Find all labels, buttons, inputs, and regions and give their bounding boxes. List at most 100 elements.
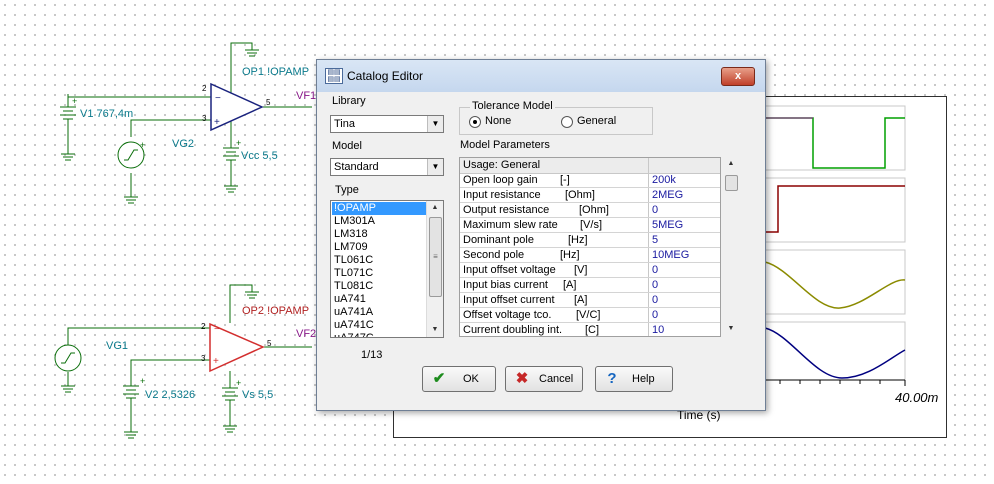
parameter-value[interactable]: 2MEG xyxy=(652,189,683,201)
op1-label: OP1 !OPAMP xyxy=(242,66,310,78)
tolerance-label: Tolerance Model xyxy=(470,100,555,112)
parameter-row[interactable]: Second pole [Hz] 10MEG xyxy=(460,248,720,263)
parameter-value[interactable]: 10 xyxy=(652,324,664,336)
parameter-unit: [A] xyxy=(574,294,588,306)
v2-label: V2 2,5326 xyxy=(145,389,196,401)
parameter-value[interactable]: 10MEG xyxy=(652,249,689,261)
svg-text:+: + xyxy=(236,138,241,148)
type-list-item[interactable]: !OPAMP xyxy=(332,202,428,215)
cancel-label: Cancel xyxy=(539,373,574,385)
scroll-down-icon[interactable]: ▼ xyxy=(427,323,443,337)
vs-label: Vs 5,5 xyxy=(242,389,274,401)
parameter-name: Input offset current xyxy=(463,294,555,306)
parameter-row[interactable]: Current doubling int. [C] 10 xyxy=(460,323,720,336)
parameter-value[interactable]: 0 xyxy=(652,264,658,276)
parameter-value[interactable]: 5 xyxy=(652,234,658,246)
vg2-label: VG2 xyxy=(172,138,195,150)
parameter-unit: [A] xyxy=(563,279,577,291)
tolerance-none-radio[interactable] xyxy=(469,116,481,128)
scroll-up-icon[interactable]: ▲ xyxy=(723,157,739,171)
type-items: !OPAMP LM301A LM318 LM709 TL061C TL071C TL081C… xyxy=(332,202,428,337)
tolerance-general-label[interactable]: General xyxy=(577,115,616,127)
ok-button[interactable]: ✔ OK xyxy=(422,366,496,392)
type-list-item[interactable]: uA747C xyxy=(332,332,428,337)
parameter-name: Maximum slew rate xyxy=(463,219,558,231)
library-select[interactable]: Tina ▼ xyxy=(330,115,444,133)
parameter-value[interactable]: 200k xyxy=(652,174,676,186)
usage-label: Usage: General xyxy=(463,159,541,171)
op1-pin5: 5 xyxy=(266,98,271,107)
parameters-table[interactable]: Usage: General Open loop gain [-] 200k Inpu… xyxy=(459,157,721,337)
tolerance-general-radio[interactable] xyxy=(561,116,573,128)
type-list-item[interactable]: uA741 xyxy=(332,293,428,306)
type-list-item[interactable]: TL071C xyxy=(332,267,428,280)
parameter-name: Dominant pole xyxy=(463,234,534,246)
scroll-down-icon[interactable]: ▼ xyxy=(723,322,739,336)
svg-text:−: − xyxy=(215,93,221,104)
model-label: Model xyxy=(332,140,362,152)
type-list-item[interactable]: uA741C xyxy=(332,319,428,332)
parameter-row[interactable]: Dominant pole [Hz] 5 xyxy=(460,233,720,248)
svg-text:+: + xyxy=(214,117,220,128)
parameter-row[interactable]: Maximum slew rate [V/s] 5MEG xyxy=(460,218,720,233)
type-list-item[interactable]: TL081C xyxy=(332,280,428,293)
dialog-title: Catalog Editor xyxy=(347,69,424,83)
ok-label: OK xyxy=(463,373,479,385)
dialog-titlebar[interactable]: ▤▤ ▤▤ Catalog Editor x xyxy=(317,60,765,92)
parameter-unit: [V/C] xyxy=(576,309,601,321)
cancel-button[interactable]: ✖ Cancel xyxy=(505,366,583,392)
type-list-scrollbar[interactable]: ▲ ≡ ▼ xyxy=(426,201,443,337)
type-label: Type xyxy=(335,184,359,196)
catalog-editor-dialog: ▤▤ ▤▤ Catalog Editor x Library Tina ▼ Mod… xyxy=(316,59,766,411)
parameter-row[interactable]: Input resistance [Ohm] 2MEG xyxy=(460,188,720,203)
parameter-row[interactable]: Output resistance [Ohm] 0 xyxy=(460,203,720,218)
parameter-value[interactable]: 0 xyxy=(652,204,658,216)
parameter-name: Current doubling int. xyxy=(463,324,563,336)
parameter-row[interactable]: Input offset voltage [V] 0 xyxy=(460,263,720,278)
type-list-item[interactable]: uA741A xyxy=(332,306,428,319)
type-list[interactable]: !OPAMP LM301A LM318 LM709 TL061C TL071C TL081C… xyxy=(330,200,444,338)
parameters-scrollbar[interactable]: ▲ ▼ xyxy=(723,157,739,337)
parameter-unit: [-] xyxy=(560,174,570,186)
type-list-item[interactable]: TL061C xyxy=(332,254,428,267)
parameter-name: Open loop gain xyxy=(463,174,538,186)
parameter-value[interactable]: 0 xyxy=(652,294,658,306)
parameter-unit: [Hz] xyxy=(568,234,588,246)
tolerance-none-label[interactable]: None xyxy=(485,115,511,127)
close-button[interactable]: x xyxy=(721,67,755,86)
help-label: Help xyxy=(632,373,655,385)
model-value: Standard xyxy=(334,161,379,173)
parameter-row[interactable]: Open loop gain [-] 200k xyxy=(460,173,720,188)
parameter-row[interactable]: Input offset current [A] 0 xyxy=(460,293,720,308)
vf1-label: VF1 xyxy=(296,90,317,102)
page-indicator: 1/13 xyxy=(361,349,383,361)
op1-pin2: 2 xyxy=(202,84,207,93)
svg-text:+: + xyxy=(213,356,219,367)
type-list-item[interactable]: LM709 xyxy=(332,241,428,254)
checkmark-icon: ✔ xyxy=(432,370,446,387)
type-list-item[interactable]: LM318 xyxy=(332,228,428,241)
op2-pin3: 3 xyxy=(201,354,206,363)
model-select[interactable]: Standard ▼ xyxy=(330,158,444,176)
parameter-unit: [Hz] xyxy=(560,249,580,261)
type-list-item[interactable]: LM301A xyxy=(332,215,428,228)
help-button[interactable]: ? Help xyxy=(595,366,673,392)
svg-text:+: + xyxy=(140,376,145,386)
parameter-row[interactable]: Input bias current [A] 0 xyxy=(460,278,720,293)
parameters-header: Usage: General xyxy=(460,158,720,174)
parameter-name: Offset voltage tco. xyxy=(463,309,552,321)
vf2-label: VF2 xyxy=(296,328,317,340)
parameter-row[interactable]: Offset voltage tco. [V/C] 0 xyxy=(460,308,720,323)
v1-label: V1 767,4m xyxy=(80,108,134,120)
dropdown-arrow-icon: ▼ xyxy=(427,116,443,132)
parameter-value[interactable]: 0 xyxy=(652,279,658,291)
scroll-thumb[interactable]: ≡ xyxy=(429,217,442,297)
scroll-thumb[interactable] xyxy=(725,175,738,191)
parameter-value[interactable]: 5MEG xyxy=(652,219,683,231)
question-icon: ? xyxy=(607,370,617,387)
scroll-up-icon[interactable]: ▲ xyxy=(427,201,443,215)
model-parameters-label: Model Parameters xyxy=(460,139,550,151)
parameter-value[interactable]: 0 xyxy=(652,309,658,321)
parameter-unit: [C] xyxy=(585,324,600,336)
library-label: Library xyxy=(332,95,366,107)
